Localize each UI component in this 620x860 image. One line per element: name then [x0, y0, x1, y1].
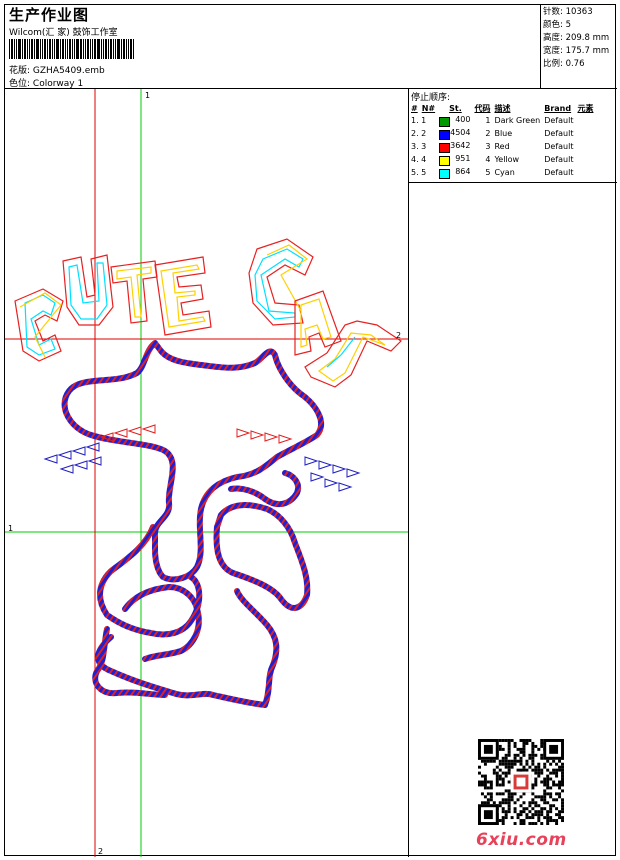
table-row: 4. 4 951 4 Yellow Default [409, 153, 595, 166]
design-label: 花版: [9, 66, 31, 76]
col-needle: N# [421, 103, 436, 113]
worksheet: 生产作业图 Wilcom(汇 家) 鼓饰工作室 花版: GZHA5409.emb… [4, 4, 617, 857]
col-index: # [411, 103, 418, 113]
color-swatch [439, 116, 451, 127]
stitch-count: 针数: 10363 [543, 7, 593, 17]
row-index: 2. 2 [411, 129, 427, 138]
row-description: Cyan [494, 168, 515, 177]
col-element: 元素 [577, 103, 594, 113]
axis-label-red-horizontal: 2 [396, 331, 402, 340]
qr-code [478, 739, 564, 825]
row-code: 4 [485, 155, 491, 164]
row-stitches: 951 [437, 153, 472, 166]
row-description: Red [494, 142, 510, 151]
row-index: 4. 4 [411, 155, 427, 164]
col-code: 代码 [474, 103, 491, 113]
row-brand: Default [544, 168, 574, 177]
row-element [575, 166, 595, 179]
stats-panel: 针数: 10363 颜色: 5 高度: 209.8 mm 宽度: 175.7 m… [541, 5, 617, 89]
row-code: 5 [485, 168, 491, 177]
col-description: 描述 [494, 103, 511, 113]
col-brand: Brand [544, 103, 572, 113]
row-code: 2 [485, 129, 491, 138]
row-code: 1 [485, 116, 491, 125]
row-stitches: 400 [437, 114, 472, 127]
header-panel: 生产作业图 Wilcom(汇 家) 鼓饰工作室 花版: GZHA5409.emb… [5, 5, 541, 89]
row-description: Yellow [494, 155, 520, 164]
row-brand: Default [544, 142, 574, 151]
row-element [575, 140, 595, 153]
barcode [9, 39, 155, 59]
stitch-value: 4504 [450, 127, 471, 137]
cute-lettering [14, 254, 212, 362]
color-swatch [439, 155, 451, 166]
design-value: GZHA5409.emb [32, 66, 105, 76]
design-scale: 比例: 0.76 [543, 59, 585, 69]
row-brand: Default [544, 129, 574, 138]
design-height: 高度: 209.8 mm [543, 33, 610, 43]
axis-label-red-vertical: 2 [98, 847, 104, 856]
studio-name: Wilcom(汇 家) 鼓饰工作室 [9, 28, 118, 38]
table-row: 1. 1 400 1 Dark Green Default [409, 114, 595, 127]
table-header-row: # N# St. 代码 描述 Brand 元素 [409, 102, 595, 114]
row-brand: Default [544, 155, 574, 164]
row-index: 5. 5 [411, 168, 427, 177]
row-code: 3 [485, 142, 491, 151]
row-element [575, 114, 595, 127]
stop-sequence-table: # N# St. 代码 描述 Brand 元素 1. 1 400 1 Dark … [409, 102, 595, 179]
row-element [575, 153, 595, 166]
embroidery-preview [5, 89, 408, 857]
row-description: Blue [494, 129, 513, 138]
col-stitches: St. [449, 103, 462, 113]
cat-outline [61, 340, 325, 708]
colorway: 色位: Colorway 1 [9, 76, 83, 89]
axis-label-green-horizontal: 1 [8, 524, 14, 533]
design-width: 宽度: 175.7 mm [543, 46, 610, 56]
color-swatch [439, 129, 451, 140]
row-stitches: 864 [437, 166, 472, 179]
stitch-value: 951 [455, 153, 471, 163]
row-description: Dark Green [494, 116, 541, 125]
table-row: 3. 3 3642 3 Red Default [409, 140, 595, 153]
color-swatch [439, 168, 451, 179]
color-swatch [439, 142, 451, 153]
colorway-value: Colorway 1 [32, 79, 84, 89]
watermark-text: 6xiu.com [476, 830, 567, 850]
table-row: 5. 5 864 5 Cyan Default [409, 166, 595, 179]
cat-lettering [248, 238, 402, 388]
stop-sequence-panel: 停止顺序: # N# St. 代码 描述 Brand 元素 1. 1 400 1 [409, 89, 617, 183]
design-canvas: 1 2 1 2 [5, 89, 409, 857]
stitch-value: 864 [455, 166, 471, 176]
row-stitches: 3642 [437, 140, 472, 153]
axis-label-green-vertical: 1 [145, 91, 151, 100]
row-index: 1. 1 [411, 116, 427, 125]
color-count: 颜色: 5 [543, 20, 571, 30]
colorway-label: 色位: [9, 79, 31, 89]
row-brand: Default [544, 116, 574, 125]
table-row: 2. 2 4504 2 Blue Default [409, 127, 595, 140]
stitch-value: 400 [455, 114, 471, 124]
stitch-value: 3642 [450, 140, 471, 150]
row-stitches: 4504 [437, 127, 472, 140]
page-title: 生产作业图 [9, 6, 90, 24]
row-index: 3. 3 [411, 142, 427, 151]
row-element [575, 127, 595, 140]
design-file: 花版: GZHA5409.emb [9, 63, 105, 76]
